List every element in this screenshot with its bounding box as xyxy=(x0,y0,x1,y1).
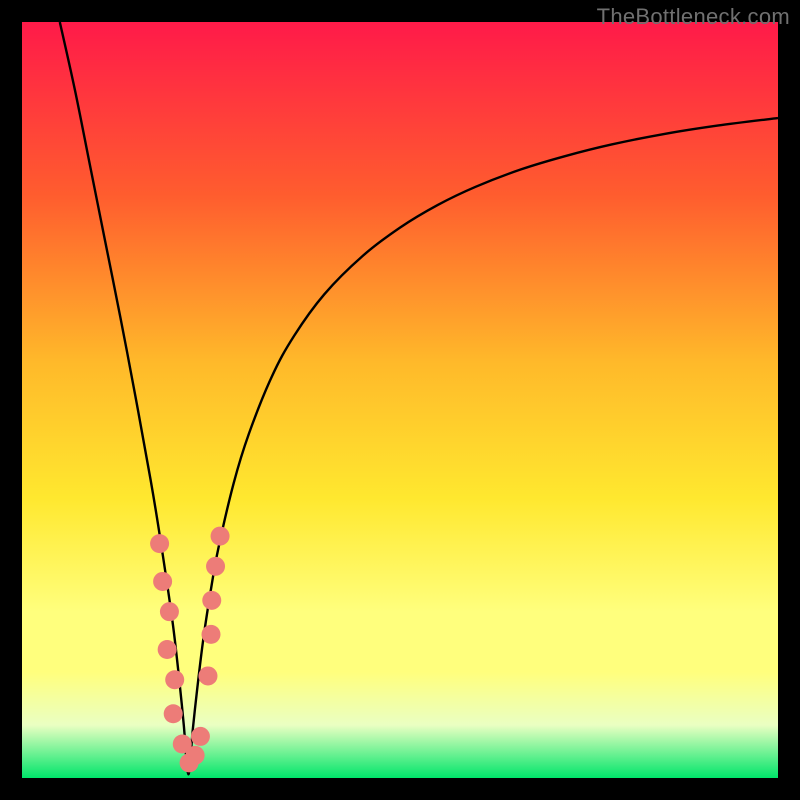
data-marker xyxy=(153,572,172,591)
watermark-text: TheBottleneck.com xyxy=(597,4,790,30)
data-marker xyxy=(150,534,169,553)
data-marker xyxy=(165,670,184,689)
data-marker xyxy=(186,746,205,765)
plot-area xyxy=(22,22,778,778)
data-marker xyxy=(191,727,210,746)
data-marker xyxy=(202,625,221,644)
data-marker xyxy=(158,640,177,659)
data-marker xyxy=(164,704,183,723)
data-marker xyxy=(202,591,221,610)
outer-black-frame: TheBottleneck.com xyxy=(0,0,800,800)
data-marker xyxy=(206,557,225,576)
data-marker xyxy=(160,602,179,621)
data-marker xyxy=(198,666,217,685)
data-marker xyxy=(211,527,230,546)
chart-svg xyxy=(22,22,778,778)
